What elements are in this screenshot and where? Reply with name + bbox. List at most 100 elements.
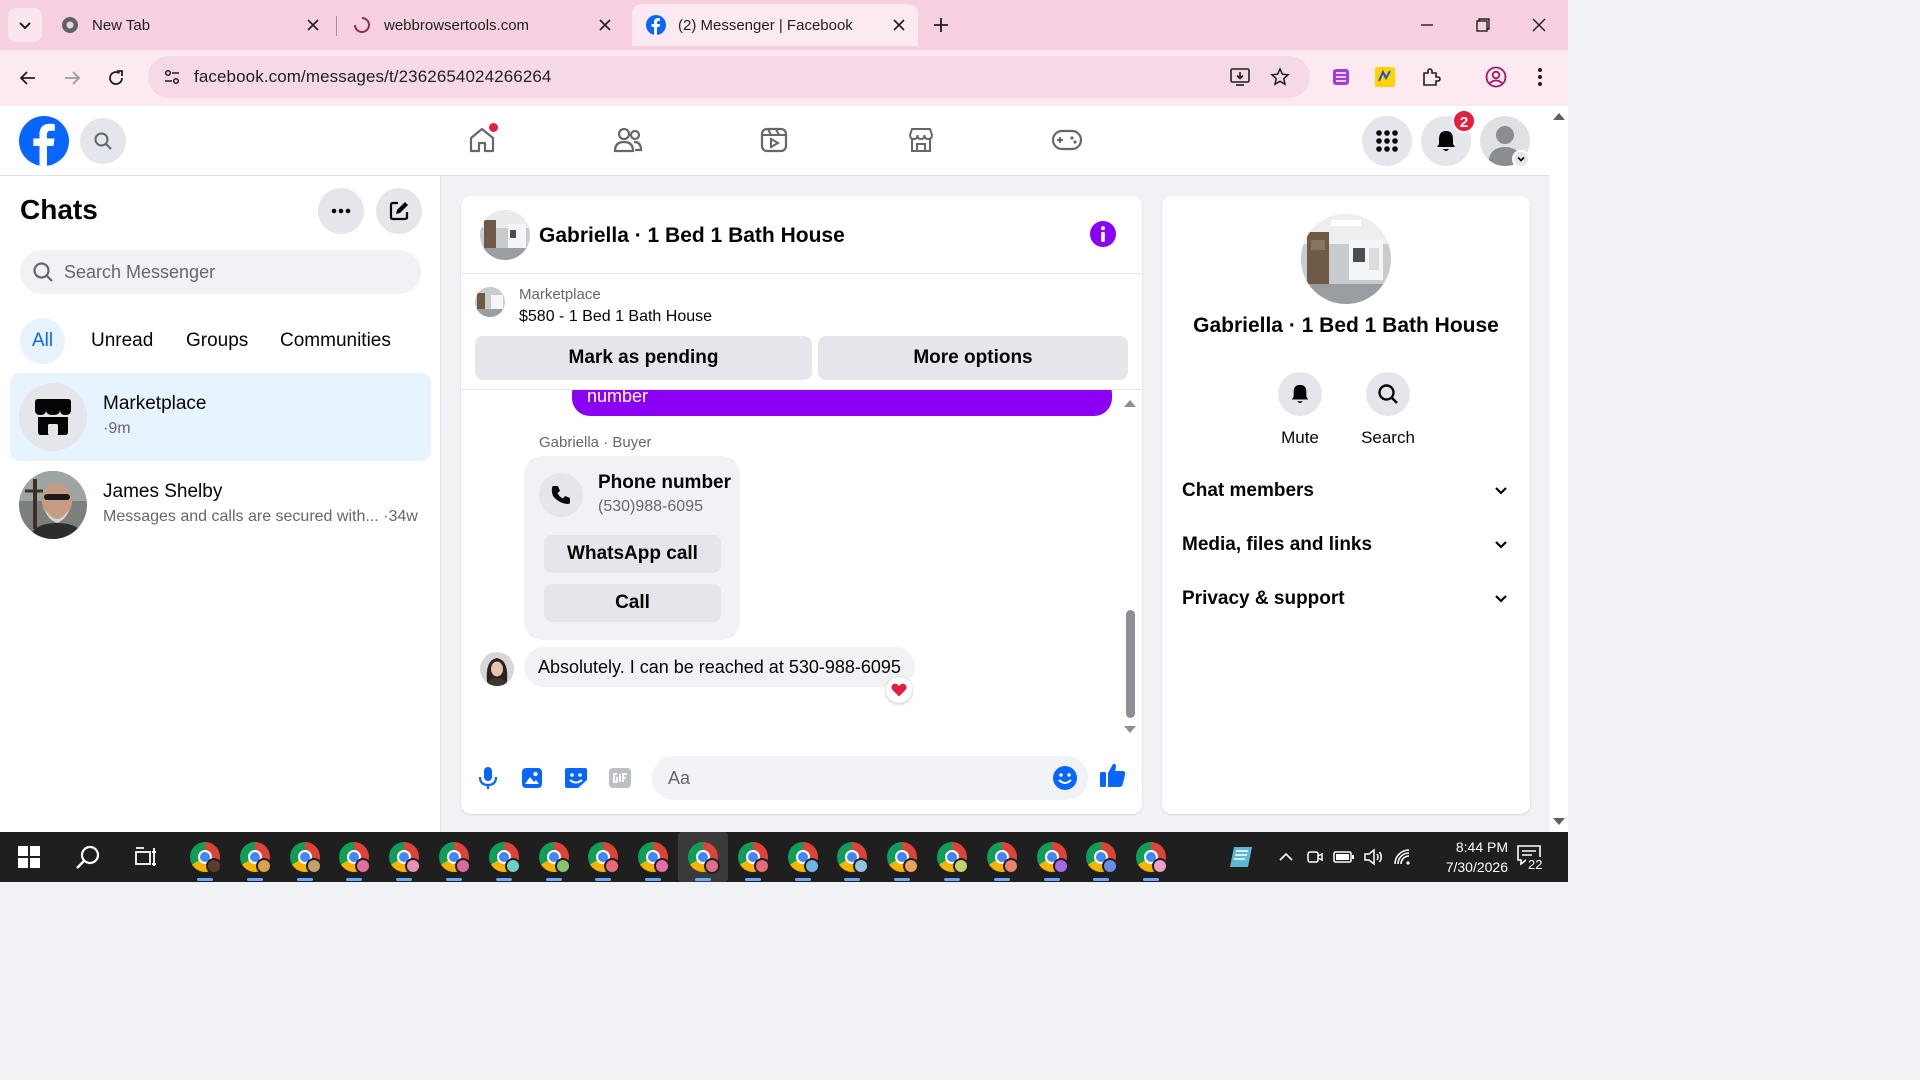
chat-item-marketplace[interactable]: Marketplace ·9m xyxy=(10,373,431,461)
tab-search-button[interactable] xyxy=(8,8,42,42)
site-settings-icon[interactable] xyxy=(160,65,184,89)
sticker-button[interactable] xyxy=(561,763,591,793)
taskbar-chrome-app[interactable] xyxy=(935,840,969,881)
taskbar-chrome-app[interactable] xyxy=(238,840,272,881)
page-scrollbar[interactable] xyxy=(1550,106,1568,832)
search-action[interactable]: Search xyxy=(1348,372,1428,448)
taskbar-chrome-app[interactable] xyxy=(1134,840,1168,881)
tray-battery-icon[interactable] xyxy=(1333,846,1355,868)
notification-center-button[interactable]: 22 xyxy=(1516,844,1552,874)
conversation-info-button[interactable] xyxy=(1090,221,1116,247)
minimize-button[interactable] xyxy=(1412,10,1442,40)
taskbar-search-button[interactable] xyxy=(72,841,104,873)
send-like-button[interactable] xyxy=(1098,760,1128,790)
taskbar-chrome-app[interactable] xyxy=(786,840,820,881)
tray-meet-icon[interactable] xyxy=(1304,846,1326,868)
tray-wifi-icon[interactable] xyxy=(1392,846,1414,868)
scroll-up-arrow-icon[interactable] xyxy=(1553,112,1565,120)
call-button[interactable]: Call xyxy=(544,584,721,622)
voice-clip-button[interactable] xyxy=(473,763,503,793)
section-chat-members[interactable]: Chat members xyxy=(1182,480,1512,510)
gif-button[interactable] xyxy=(605,763,635,793)
taskbar-chrome-app[interactable] xyxy=(487,840,521,881)
bookmark-star-icon[interactable] xyxy=(1268,65,1292,89)
attach-photo-button[interactable] xyxy=(517,763,547,793)
taskbar-chrome-app[interactable] xyxy=(337,840,371,881)
taskbar-chrome-app[interactable] xyxy=(586,840,620,881)
listing-thumbnail[interactable] xyxy=(475,287,505,317)
taskbar-chrome-app[interactable] xyxy=(537,840,571,881)
filter-groups[interactable]: Groups xyxy=(174,318,260,364)
taskbar-clock[interactable]: 8:44 PM 7/30/2026 xyxy=(1412,837,1508,877)
chat-options-button[interactable] xyxy=(318,188,364,234)
task-view-button[interactable] xyxy=(130,841,162,873)
tab-messenger[interactable]: (2) Messenger | Facebook xyxy=(632,4,918,46)
scroll-down-arrow-icon[interactable] xyxy=(1553,818,1565,826)
back-button[interactable] xyxy=(12,62,44,94)
section-privacy-support[interactable]: Privacy & support xyxy=(1182,588,1512,618)
tab-new-tab[interactable]: New Tab xyxy=(46,4,332,46)
nav-home[interactable] xyxy=(462,120,502,160)
nav-video[interactable] xyxy=(754,120,794,160)
profile-icon[interactable] xyxy=(1483,64,1509,90)
filter-unread[interactable]: Unread xyxy=(79,318,165,364)
scroll-up-arrow-icon[interactable] xyxy=(1124,399,1136,407)
taskbar-chrome-app[interactable] xyxy=(636,840,670,881)
facebook-search-button[interactable] xyxy=(80,118,126,164)
close-icon[interactable] xyxy=(596,16,614,34)
extension-purple-icon[interactable] xyxy=(1328,64,1354,90)
received-message-bubble[interactable]: Absolutely. I can be reached at 530-988-… xyxy=(524,647,915,687)
close-window-button[interactable] xyxy=(1524,10,1554,40)
install-app-icon[interactable] xyxy=(1228,65,1252,89)
close-icon[interactable] xyxy=(304,16,322,34)
menu-button[interactable] xyxy=(1362,116,1412,166)
taskbar-notepad-app[interactable] xyxy=(1226,841,1258,873)
taskbar-chrome-app[interactable] xyxy=(288,840,322,881)
heart-reaction-icon[interactable] xyxy=(886,677,912,703)
search-messenger-input[interactable] xyxy=(64,250,404,294)
mute-action[interactable]: Mute xyxy=(1260,372,1340,448)
new-message-button[interactable] xyxy=(376,188,422,234)
close-icon[interactable] xyxy=(890,16,908,34)
taskbar-chrome-app[interactable] xyxy=(885,840,919,881)
message-input-wrapper[interactable] xyxy=(652,756,1088,800)
messenger-search[interactable] xyxy=(20,250,421,294)
scroll-down-arrow-icon[interactable] xyxy=(1124,726,1136,734)
start-button[interactable] xyxy=(13,841,45,873)
taskbar-chrome-app[interactable] xyxy=(736,840,770,881)
taskbar-chrome-app[interactable] xyxy=(1035,840,1069,881)
taskbar-chrome-app[interactable] xyxy=(437,840,471,881)
gabriella-avatar[interactable] xyxy=(480,652,514,686)
message-input[interactable] xyxy=(668,756,1038,800)
nav-gaming[interactable] xyxy=(1047,120,1087,160)
tray-volume-icon[interactable] xyxy=(1362,846,1384,868)
conversation-title[interactable]: Gabriella · 1 Bed 1 Bath House xyxy=(539,224,845,248)
browser-menu-icon[interactable] xyxy=(1527,64,1553,90)
nav-marketplace[interactable] xyxy=(901,120,941,160)
listing-thumbnail[interactable] xyxy=(480,210,530,260)
tray-show-hidden-icon[interactable] xyxy=(1275,846,1297,868)
restore-button[interactable] xyxy=(1468,10,1498,40)
listing-title[interactable]: $580 - 1 Bed 1 Bath House xyxy=(519,308,712,326)
reload-button[interactable] xyxy=(100,62,132,94)
mute-button[interactable] xyxy=(1278,372,1322,416)
filter-all[interactable]: All xyxy=(20,318,66,364)
sent-message-bubble[interactable]: number xyxy=(572,390,1112,416)
taskbar-chrome-app[interactable] xyxy=(387,840,421,881)
search-in-chat-button[interactable] xyxy=(1366,372,1410,416)
extensions-puzzle-icon[interactable] xyxy=(1418,64,1444,90)
listing-photo[interactable] xyxy=(1301,214,1391,304)
taskbar-chrome-app[interactable] xyxy=(1084,840,1118,881)
forward-button[interactable] xyxy=(56,62,88,94)
extension-yellow-icon[interactable] xyxy=(1372,64,1398,90)
mark-as-pending-button[interactable]: Mark as pending xyxy=(475,336,812,380)
section-media-files-links[interactable]: Media, files and links xyxy=(1182,534,1512,564)
facebook-logo-icon[interactable] xyxy=(19,116,69,166)
whatsapp-call-button[interactable]: WhatsApp call xyxy=(544,535,721,573)
taskbar-chrome-app[interactable] xyxy=(985,840,1019,881)
tab-webbrowsertools[interactable]: webbrowsertools.com xyxy=(338,4,624,46)
taskbar-chrome-app[interactable] xyxy=(678,832,728,882)
more-options-button[interactable]: More options xyxy=(818,336,1128,380)
nav-friends[interactable] xyxy=(608,120,648,160)
taskbar-chrome-app[interactable] xyxy=(835,840,869,881)
